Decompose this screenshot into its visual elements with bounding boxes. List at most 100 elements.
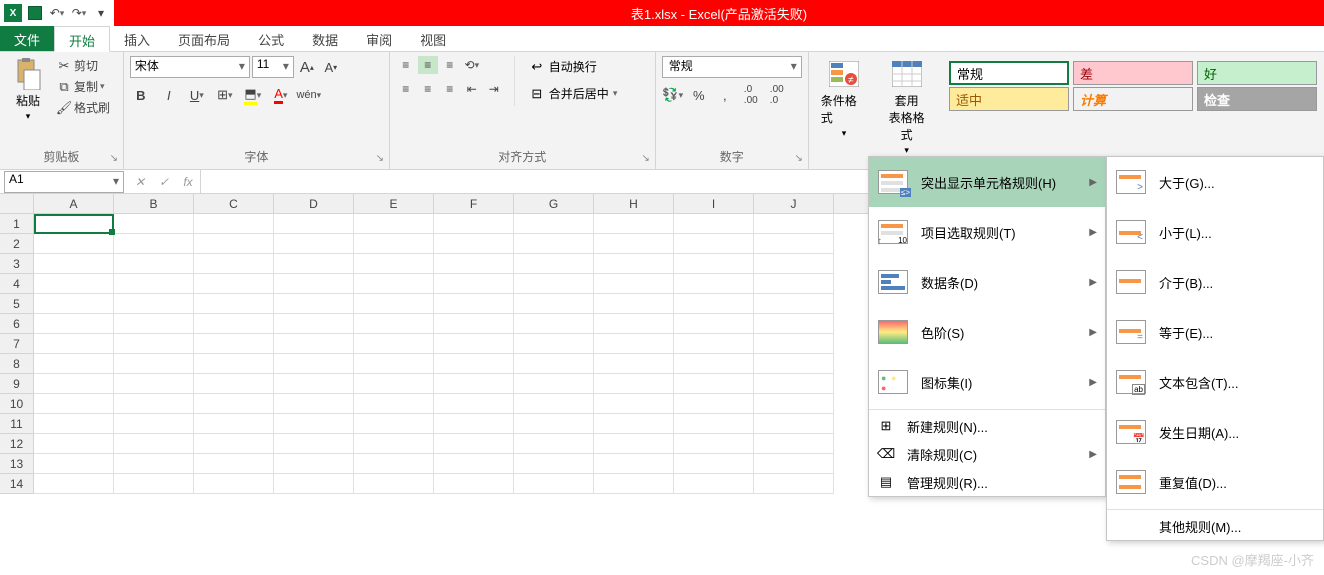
cell[interactable] xyxy=(674,434,754,454)
cell[interactable] xyxy=(194,234,274,254)
cell[interactable] xyxy=(674,314,754,334)
cell[interactable] xyxy=(754,214,834,234)
cell[interactable] xyxy=(594,274,674,294)
align-center-button[interactable]: ≡ xyxy=(418,80,438,98)
cell[interactable] xyxy=(594,414,674,434)
number-format-select[interactable]: 常规 xyxy=(662,56,802,78)
tab-file[interactable]: 文件 xyxy=(0,26,54,51)
row-header[interactable]: 6 xyxy=(0,314,34,334)
cell[interactable] xyxy=(674,394,754,414)
cell[interactable] xyxy=(754,434,834,454)
cell[interactable] xyxy=(274,254,354,274)
save-button[interactable] xyxy=(26,4,44,22)
menu-top-rules[interactable]: ↑10 项目选取规则(T)▶ xyxy=(869,207,1105,257)
tab-layout[interactable]: 页面布局 xyxy=(164,26,244,51)
font-launcher[interactable]: ↘ xyxy=(373,153,387,167)
number-launcher[interactable]: ↘ xyxy=(792,153,806,167)
cell[interactable] xyxy=(434,474,514,494)
decrease-font-button[interactable]: A▾ xyxy=(320,56,342,78)
cell[interactable] xyxy=(114,234,194,254)
clipboard-launcher[interactable]: ↘ xyxy=(107,153,121,167)
comma-button[interactable]: , xyxy=(714,84,736,106)
column-header[interactable]: F xyxy=(434,194,514,213)
cell[interactable] xyxy=(354,354,434,374)
cell[interactable] xyxy=(354,474,434,494)
cell[interactable] xyxy=(274,454,354,474)
cell[interactable] xyxy=(274,294,354,314)
cell[interactable] xyxy=(434,274,514,294)
cell[interactable] xyxy=(674,294,754,314)
decrease-indent-button[interactable]: ⇤ xyxy=(462,80,482,98)
cell[interactable] xyxy=(194,454,274,474)
format-as-table-button[interactable]: 套用 表格格式▾ xyxy=(877,56,936,158)
align-middle-button[interactable]: ≡ xyxy=(418,56,438,74)
cell[interactable] xyxy=(354,214,434,234)
tab-home[interactable]: 开始 xyxy=(54,26,110,52)
menu-color-scales[interactable]: 色阶(S)▶ xyxy=(869,307,1105,357)
cell[interactable] xyxy=(514,274,594,294)
cell[interactable] xyxy=(354,414,434,434)
percent-button[interactable]: % xyxy=(688,84,710,106)
insert-function-button[interactable]: fx xyxy=(176,171,200,193)
menu-manage-rules[interactable]: ▤管理规则(R)... xyxy=(869,468,1105,496)
cell[interactable] xyxy=(354,434,434,454)
column-header[interactable]: C xyxy=(194,194,274,213)
cell[interactable] xyxy=(194,474,274,494)
tab-insert[interactable]: 插入 xyxy=(110,26,164,51)
paste-button[interactable]: 粘贴 ▾ xyxy=(6,56,50,124)
cell[interactable] xyxy=(274,214,354,234)
cell[interactable] xyxy=(274,274,354,294)
cell[interactable] xyxy=(354,374,434,394)
style-good[interactable]: 好 xyxy=(1197,61,1317,85)
cell[interactable] xyxy=(754,274,834,294)
cells-area[interactable] xyxy=(34,214,834,494)
cell[interactable] xyxy=(274,414,354,434)
cell[interactable] xyxy=(34,434,114,454)
cell[interactable] xyxy=(754,474,834,494)
format-painter-button[interactable]: 🖌格式刷 xyxy=(54,98,112,117)
row-header[interactable]: 10 xyxy=(0,394,34,414)
cell[interactable] xyxy=(434,394,514,414)
cell[interactable] xyxy=(194,414,274,434)
cell[interactable] xyxy=(34,214,114,234)
cell[interactable] xyxy=(114,374,194,394)
cell[interactable] xyxy=(594,354,674,374)
column-header[interactable]: A xyxy=(34,194,114,213)
menu-data-bars[interactable]: 数据条(D)▶ xyxy=(869,257,1105,307)
style-bad[interactable]: 差 xyxy=(1073,61,1193,85)
bold-button[interactable]: B xyxy=(130,84,152,106)
cell[interactable] xyxy=(114,394,194,414)
accounting-format-button[interactable]: 💱 xyxy=(662,84,684,106)
cell[interactable] xyxy=(514,254,594,274)
cell[interactable] xyxy=(514,474,594,494)
cell[interactable] xyxy=(594,214,674,234)
qat-customize[interactable]: ▾ xyxy=(92,4,110,22)
menu-text-contains[interactable]: ab 文本包含(T)... xyxy=(1107,357,1323,407)
cut-button[interactable]: ✂剪切 xyxy=(54,56,112,75)
wrap-text-button[interactable]: ↩自动换行 xyxy=(525,56,622,77)
cell[interactable] xyxy=(514,214,594,234)
cell[interactable] xyxy=(674,254,754,274)
row-header[interactable]: 13 xyxy=(0,454,34,474)
menu-other-rules[interactable]: 其他规则(M)... xyxy=(1107,512,1323,540)
cell[interactable] xyxy=(34,354,114,374)
cell[interactable] xyxy=(114,454,194,474)
cell[interactable] xyxy=(754,454,834,474)
tab-review[interactable]: 审阅 xyxy=(352,26,406,51)
tab-data[interactable]: 数据 xyxy=(298,26,352,51)
cell[interactable] xyxy=(114,254,194,274)
menu-new-rule[interactable]: ⊞新建规则(N)... xyxy=(869,412,1105,440)
style-calc[interactable]: 计算 xyxy=(1073,87,1193,111)
increase-indent-button[interactable]: ⇥ xyxy=(484,80,504,98)
conditional-format-button[interactable]: ≠ 条件格式▾ xyxy=(815,56,874,141)
cell[interactable] xyxy=(114,414,194,434)
cell[interactable] xyxy=(34,254,114,274)
column-header[interactable]: G xyxy=(514,194,594,213)
cell[interactable] xyxy=(514,234,594,254)
menu-equal-to[interactable]: = 等于(E)... xyxy=(1107,307,1323,357)
cell[interactable] xyxy=(674,454,754,474)
style-normal[interactable]: 常规 xyxy=(949,61,1069,85)
row-header[interactable]: 3 xyxy=(0,254,34,274)
cell[interactable] xyxy=(34,294,114,314)
cell[interactable] xyxy=(194,354,274,374)
